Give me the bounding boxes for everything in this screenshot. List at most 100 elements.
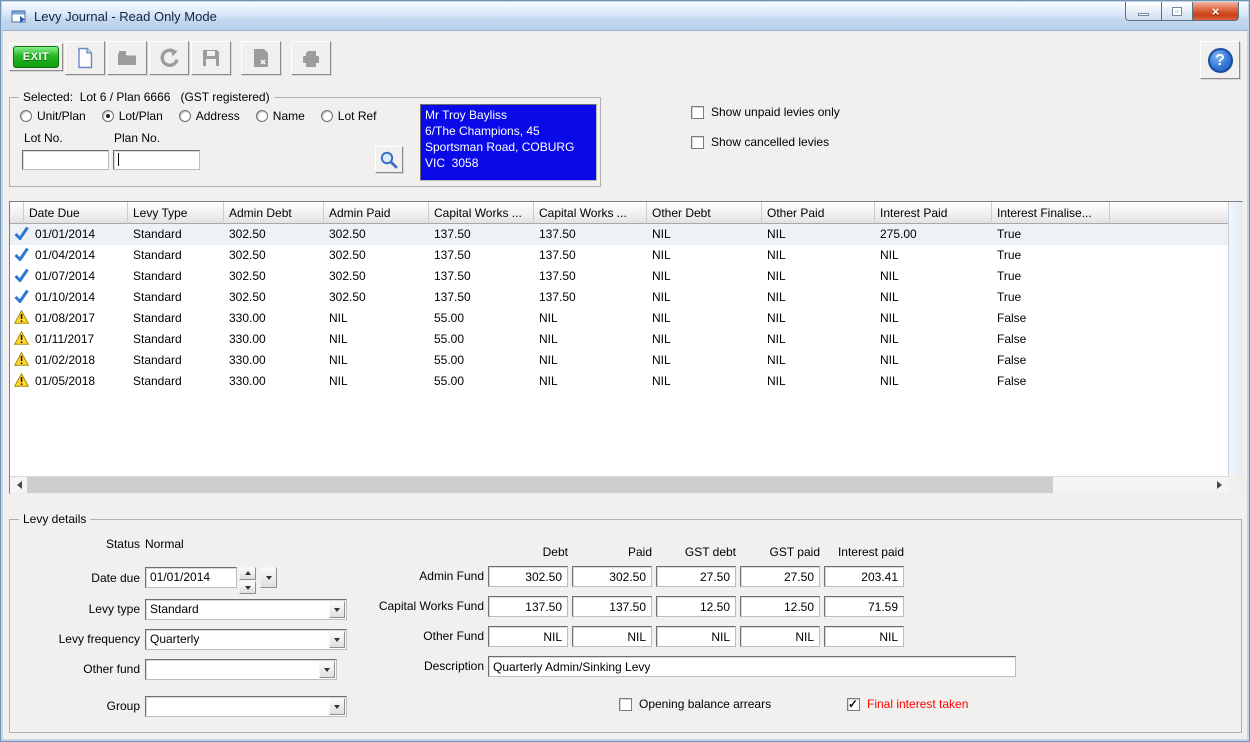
search-button[interactable] (375, 146, 403, 173)
table-cell: NIL (652, 290, 671, 304)
table-cell: NIL (539, 353, 558, 367)
fund-value-input[interactable]: 27.50 (740, 566, 820, 587)
radio-lot-ref[interactable]: Lot Ref (320, 109, 377, 123)
fund-column-header: GST debt (684, 545, 736, 559)
address-box[interactable]: Mr Troy Bayliss 6/The Champions, 45 Sports… (420, 104, 597, 181)
column-header[interactable]: Other Debt (647, 202, 762, 224)
levy-details-groupbox: Levy details Status Normal Date due 01/0… (9, 512, 1242, 733)
radio-unit-plan[interactable]: Unit/Plan (20, 109, 86, 123)
checkbox[interactable] (691, 105, 704, 119)
fund-value-input[interactable]: 302.50 (572, 566, 652, 587)
scroll-right-arrow[interactable] (1211, 477, 1228, 493)
address-line: Mr Troy Bayliss (425, 108, 508, 122)
fund-value-input[interactable]: 27.50 (656, 566, 736, 587)
fund-value-input[interactable]: NIL (572, 626, 652, 647)
unpaid-status-cell (10, 329, 30, 350)
fund-value-input[interactable]: 12.50 (656, 596, 736, 617)
table-cell: Standard (133, 311, 182, 325)
fund-value-input[interactable]: 203.41 (824, 566, 904, 587)
group-combo[interactable] (145, 696, 347, 717)
fund-value-input[interactable]: 71.59 (824, 596, 904, 617)
table-cell: Standard (133, 227, 182, 241)
description-input[interactable]: Quarterly Admin/Sinking Levy (488, 656, 1016, 677)
maximize-icon (1172, 6, 1182, 16)
paid-icon (14, 289, 29, 303)
final-interest-checkbox-row[interactable]: Final interest taken (847, 697, 968, 711)
lot-no-input[interactable] (22, 150, 109, 170)
table-row[interactable]: 01/01/2014 Standard 302.50 302.50 137.50 137.… (10, 224, 1228, 245)
table-cell: True (997, 269, 1022, 283)
table-row[interactable]: 01/05/2018 Standard 330.00 NIL 55.00 NIL NIL NI… (10, 371, 1228, 392)
radio-lot-plan[interactable]: Lot/Plan (101, 109, 163, 123)
table-row[interactable]: 01/10/2014 Standard 302.50 302.50 137.50 137.… (10, 287, 1228, 308)
close-icon: × (1211, 3, 1220, 19)
column-header[interactable]: Capital Works ... (429, 202, 534, 224)
save-button (191, 41, 231, 75)
fund-value-input[interactable]: 12.50 (740, 596, 820, 617)
table-cell: 302.50 (329, 269, 366, 283)
description-label: Description (423, 659, 484, 673)
table-cell: 01/08/2017 (35, 311, 96, 325)
spin-up-button[interactable] (239, 567, 256, 580)
radio-address[interactable]: Address (178, 109, 240, 123)
date-due-input[interactable]: 01/01/2014 (145, 567, 237, 588)
chevron-down-icon (334, 705, 340, 712)
horizontal-scroll-thumb[interactable] (27, 477, 1053, 493)
column-header[interactable]: Other Paid (762, 202, 875, 224)
opening-balance-checkbox-row[interactable]: Opening balance arrears (619, 697, 771, 711)
fund-value-input[interactable]: NIL (656, 626, 736, 647)
column-header[interactable]: Levy Type (128, 202, 224, 224)
vertical-scrollbar[interactable] (1228, 202, 1242, 476)
column-header[interactable]: Admin Debt (224, 202, 324, 224)
radio-circle (255, 110, 268, 122)
table-row[interactable]: 01/11/2017 Standard 330.00 NIL 55.00 NIL NIL NI… (10, 329, 1228, 350)
dropdown-button[interactable] (329, 698, 345, 715)
fund-value-input[interactable]: 137.50 (488, 596, 568, 617)
column-header[interactable]: Interest Paid (875, 202, 992, 224)
new-document-button[interactable] (65, 41, 105, 75)
header-spacer (10, 202, 24, 224)
search-mode-radios: Unit/Plan Lot/Plan Address Name Lot Ref (20, 109, 377, 123)
help-button[interactable]: ? (1200, 41, 1240, 79)
address-line: Sportsman Road, COBURG (425, 140, 575, 154)
maximize-button[interactable] (1162, 2, 1192, 21)
checkbox[interactable] (619, 697, 632, 711)
date-due-dropdown-button[interactable] (260, 567, 277, 588)
plan-no-input[interactable] (113, 150, 200, 170)
table-row[interactable]: 01/04/2014 Standard 302.50 302.50 137.50 137.… (10, 245, 1228, 266)
column-header[interactable]: Interest Finalise... (992, 202, 1110, 224)
filter-cancelled[interactable]: Show cancelled levies (691, 135, 829, 149)
checkbox-label: Show cancelled levies (711, 135, 830, 149)
fund-value-input[interactable]: NIL (488, 626, 568, 647)
table-cell: NIL (539, 311, 558, 325)
spin-down-button[interactable] (239, 581, 256, 594)
close-button[interactable]: × (1192, 2, 1239, 21)
window-title: Levy Journal - Read Only Mode (34, 9, 217, 24)
undo-icon (158, 47, 180, 69)
table-cell: 55.00 (434, 332, 465, 346)
table-cell: NIL (767, 248, 786, 262)
table-row[interactable]: 01/08/2017 Standard 330.00 NIL 55.00 NIL NIL NI… (10, 308, 1228, 329)
fund-value-input[interactable]: 137.50 (572, 596, 652, 617)
column-header[interactable]: Date Due (24, 202, 128, 224)
column-header[interactable]: Capital Works ... (534, 202, 647, 224)
table-cell: 137.50 (434, 269, 471, 283)
fund-value-input[interactable]: NIL (740, 626, 820, 647)
scroll-left-arrow[interactable] (10, 477, 27, 493)
minimize-button[interactable] (1125, 2, 1162, 21)
fund-value-input[interactable]: NIL (824, 626, 904, 647)
checkbox[interactable] (847, 697, 860, 711)
checkbox[interactable] (691, 135, 704, 149)
table-row[interactable]: 01/07/2014 Standard 302.50 302.50 137.50 137.… (10, 266, 1228, 287)
other-fund-combo[interactable] (145, 659, 337, 680)
levy-type-value: Standard (150, 602, 199, 616)
fund-value-input[interactable]: 302.50 (488, 566, 568, 587)
table-cell: 302.50 (229, 290, 266, 304)
filter-unpaid[interactable]: Show unpaid levies only (691, 105, 840, 119)
radio-name[interactable]: Name (255, 109, 305, 123)
table-row[interactable]: 01/02/2018 Standard 330.00 NIL 55.00 NIL NIL NI… (10, 350, 1228, 371)
date-due-value: 01/01/2014 (150, 570, 211, 584)
horizontal-scrollbar[interactable] (10, 476, 1228, 493)
exit-button[interactable]: EXIT (9, 43, 63, 71)
column-header[interactable]: Admin Paid (324, 202, 429, 224)
